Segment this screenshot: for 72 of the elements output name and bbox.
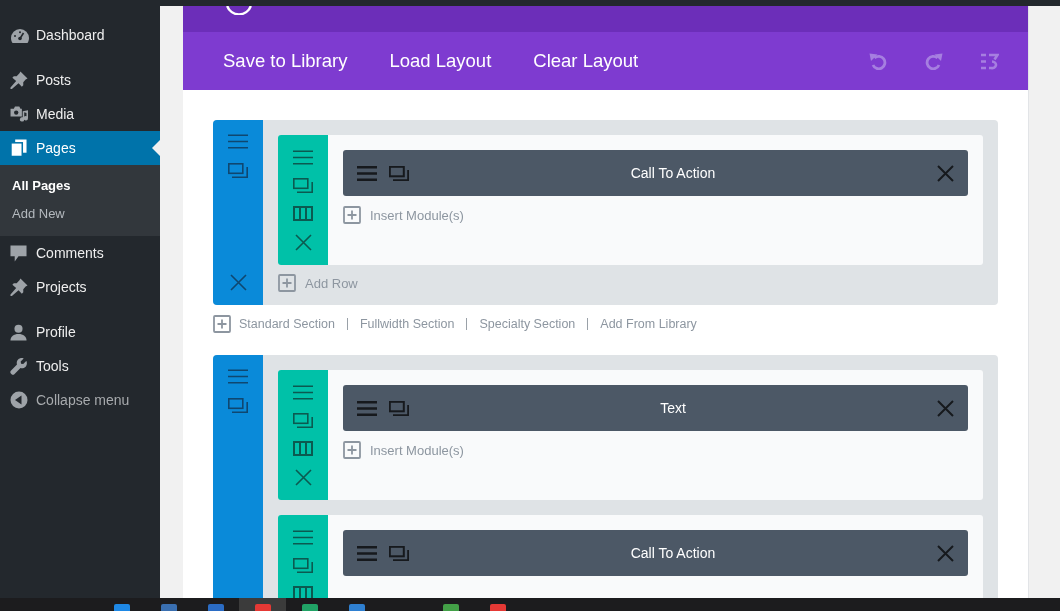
section-handle-bar[interactable] [213, 355, 263, 598]
plus-square-icon[interactable] [343, 206, 361, 224]
menu-icon[interactable] [293, 150, 313, 165]
plus-square-icon[interactable] [213, 315, 231, 333]
submenu-item[interactable]: Add New [0, 200, 65, 228]
section-handle-bar[interactable] [213, 120, 263, 305]
collapse-icon [10, 391, 28, 409]
taskbar-app-button[interactable] [239, 598, 286, 611]
circle-logo-icon [225, 6, 253, 15]
duplicate-icon[interactable] [228, 398, 248, 413]
sidebar-menu-item[interactable]: Media [0, 97, 160, 131]
speech-bubble-icon [10, 244, 27, 262]
app-icon [207, 604, 224, 611]
duplicate-icon[interactable] [389, 400, 409, 416]
close-icon[interactable] [229, 274, 247, 291]
collapse-menu-button[interactable]: Collapse menu [0, 383, 160, 417]
module-title: Call To Action [629, 165, 717, 181]
module-title: Text [659, 400, 687, 416]
wrench-icon [10, 357, 27, 375]
duplicate-icon[interactable] [228, 163, 248, 178]
sidebar-menu-item[interactable]: Posts [0, 63, 160, 97]
menu-icon[interactable] [357, 545, 377, 561]
sidebar-menu-item[interactable]: Pages [0, 131, 160, 165]
plus-square-icon[interactable] [278, 274, 296, 292]
row-handle-bar[interactable] [278, 370, 328, 500]
menu-icon[interactable] [228, 369, 248, 384]
module-bar[interactable]: Call To Action [343, 150, 968, 196]
plus-square-icon[interactable] [343, 441, 361, 459]
close-icon[interactable] [937, 164, 954, 182]
submenu-item[interactable]: All Pages [0, 172, 71, 200]
columns-icon[interactable] [293, 206, 313, 221]
sidebar-menu-item[interactable]: Comments [0, 236, 160, 270]
close-icon[interactable] [294, 234, 312, 251]
app-icon [489, 604, 506, 611]
module-title: Call To Action [629, 545, 717, 561]
module-bar[interactable]: Call To Action [343, 530, 968, 576]
duplicate-icon[interactable] [293, 413, 313, 428]
duplicate-icon[interactable] [293, 178, 313, 193]
media-icon [10, 105, 29, 123]
menu-icon[interactable] [293, 385, 313, 400]
row-handle-bar[interactable] [278, 135, 328, 265]
app-icon [160, 604, 177, 611]
pages-icon [10, 139, 27, 157]
app-icon [301, 604, 318, 611]
module-bar[interactable]: Text [343, 385, 968, 431]
duplicate-icon[interactable] [293, 558, 313, 573]
columns-icon[interactable] [293, 441, 313, 456]
menu-icon[interactable] [357, 165, 377, 181]
pushpin-icon [10, 71, 28, 89]
toolbar-button[interactable]: Clear Layout [533, 50, 639, 72]
close-icon[interactable] [937, 399, 954, 417]
app-icon [254, 604, 271, 611]
sidebar-menu-item[interactable]: Projects [0, 270, 160, 304]
toolbar-button[interactable]: Load Layout [389, 50, 492, 72]
menu-icon[interactable] [357, 400, 377, 416]
close-icon[interactable] [937, 544, 954, 562]
menu-icon[interactable] [228, 134, 248, 149]
sidebar-menu-item[interactable]: Dashboard [0, 18, 160, 52]
toolbar-button[interactable]: Save to Library [223, 50, 348, 72]
dashboard-gauge-icon [10, 27, 30, 43]
sidebar-menu-item[interactable]: Tools [0, 349, 160, 383]
duplicate-icon[interactable] [389, 545, 409, 561]
close-icon[interactable] [294, 469, 312, 486]
app-icon [113, 604, 130, 611]
app-icon [442, 604, 459, 611]
pushpin-icon [10, 278, 28, 296]
duplicate-icon[interactable] [389, 165, 409, 181]
menu-icon[interactable] [293, 530, 313, 545]
person-icon [10, 323, 27, 341]
app-icon [348, 604, 365, 611]
sidebar-menu-item[interactable]: Profile [0, 315, 160, 349]
columns-icon[interactable] [293, 586, 313, 598]
